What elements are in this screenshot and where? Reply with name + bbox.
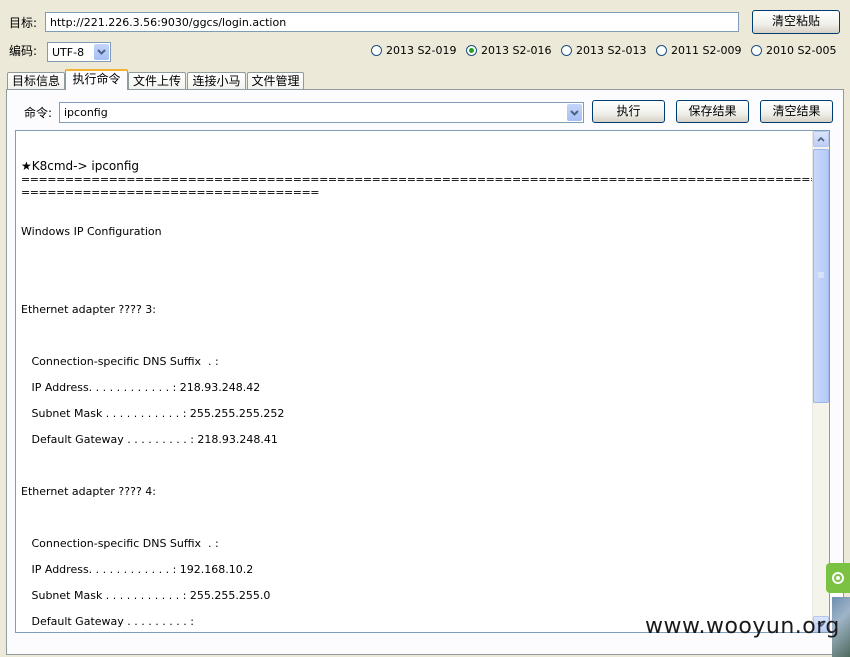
output-line: Ethernet adapter ???? 4: (21, 485, 156, 498)
exploit-label: 2013 S2-016 (481, 44, 552, 57)
output-line: Connection-specific DNS Suffix . : (21, 537, 219, 550)
command-value: ipconfig (64, 106, 108, 119)
exploit-radio-s2-005[interactable]: 2010 S2-005 (751, 44, 836, 57)
output-line: Connection-specific DNS Suffix . : (21, 355, 219, 368)
radio-circle (371, 45, 382, 56)
exploit-label: 2013 S2-019 (386, 44, 457, 57)
exploit-radio-s2-013[interactable]: 2013 S2-013 (561, 44, 646, 57)
chevron-down-icon[interactable] (94, 44, 109, 60)
output-line: Ethernet adapter ???? 3: (21, 303, 156, 316)
output-line: IP Address. . . . . . . . . . . . : 192.… (21, 563, 254, 576)
exploit-radio-s2-016[interactable]: 2013 S2-016 (466, 44, 551, 57)
tab-execute-command[interactable]: 执行命令 (65, 69, 128, 90)
execute-button[interactable]: 执行 (592, 100, 665, 123)
tab-file-upload[interactable]: 文件上传 (128, 72, 186, 89)
radio-circle (751, 45, 762, 56)
vertical-scrollbar[interactable] (812, 131, 829, 632)
clear-paste-button[interactable]: 清空粘贴 (752, 10, 840, 34)
exploit-radio-s2-019[interactable]: 2013 S2-019 (371, 44, 456, 57)
exploit-radio-s2-009[interactable]: 2011 S2-009 (656, 44, 741, 57)
tab-connect-shell[interactable]: 连接小马 (187, 72, 246, 89)
encoding-label: 编码: (9, 44, 38, 58)
command-label: 命令: (24, 106, 53, 120)
tab-target-info[interactable]: 目标信息 (7, 72, 65, 89)
output-line: ========================================… (21, 173, 830, 186)
radio-circle-selected (466, 45, 477, 56)
output-line: Windows IP Configuration (21, 225, 162, 238)
save-result-button[interactable]: 保存结果 (676, 100, 749, 123)
output-line: Subnet Mask . . . . . . . . . . . : 255.… (21, 589, 271, 602)
watermark-text: www.wooyun.org (645, 614, 840, 639)
encoding-value: UTF-8 (52, 46, 85, 59)
clear-result-button[interactable]: 清空结果 (760, 100, 833, 123)
output-line: Default Gateway . . . . . . . . . : 218.… (21, 433, 278, 446)
chevron-down-icon[interactable] (567, 104, 582, 121)
encoding-select[interactable]: UTF-8 (47, 42, 111, 62)
tab-file-manager[interactable]: 文件管理 (247, 72, 304, 89)
command-input[interactable]: ipconfig (59, 102, 584, 123)
radio-circle (561, 45, 572, 56)
output-line: ★K8cmd-> ipconfig (21, 159, 140, 173)
target-url-input[interactable]: http://221.226.3.56:9030/ggcs/login.acti… (45, 12, 739, 32)
radio-circle (656, 45, 667, 56)
exploit-label: 2011 S2-009 (671, 44, 742, 57)
command-output[interactable]: ★K8cmd-> ipconfig ======================… (15, 130, 830, 633)
exploit-label: 2010 S2-005 (766, 44, 837, 57)
output-line: Default Gateway . . . . . . . . . : (21, 615, 194, 628)
target-label: 目标: (9, 16, 38, 30)
output-line: IP Address. . . . . . . . . . . . : 218.… (21, 381, 261, 394)
output-line: Subnet Mask . . . . . . . . . . . : 255.… (21, 407, 285, 420)
side-widget-icon[interactable] (826, 563, 850, 593)
output-line: ================================== (21, 186, 320, 199)
exploit-label: 2013 S2-013 (576, 44, 647, 57)
scroll-thumb[interactable] (813, 149, 829, 403)
scroll-up-button[interactable] (813, 131, 829, 147)
